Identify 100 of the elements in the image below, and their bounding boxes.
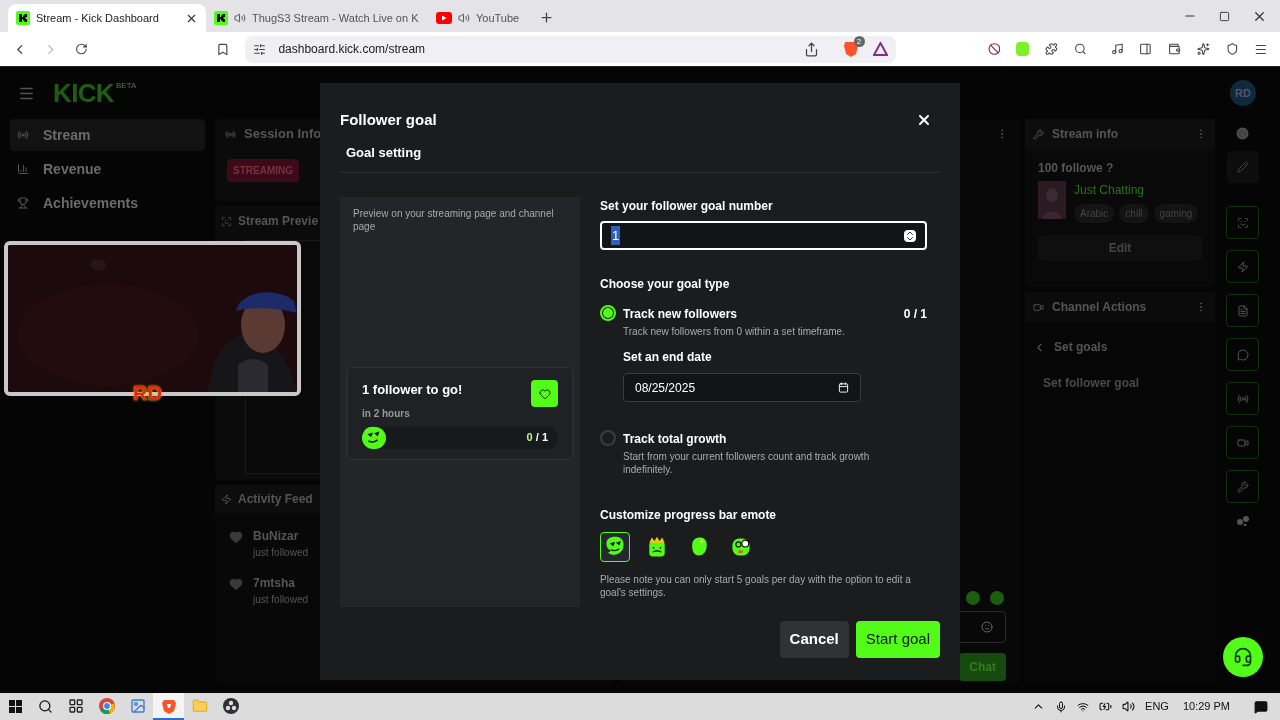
mic-icon[interactable] bbox=[1055, 700, 1068, 713]
option-label: Track total growth bbox=[623, 431, 727, 448]
search-icon[interactable] bbox=[37, 699, 53, 714]
kick-logo-icon bbox=[16, 11, 30, 25]
emote-option[interactable] bbox=[600, 532, 630, 562]
emote-icon bbox=[729, 535, 753, 559]
dialog-title: Follower goal bbox=[340, 109, 437, 130]
windows-logo-icon bbox=[8, 700, 22, 713]
category-thumbnail bbox=[1038, 181, 1066, 219]
folder-icon bbox=[191, 697, 208, 714]
field-label: Set your follower goal number bbox=[600, 198, 774, 215]
language-indicator[interactable]: ENG bbox=[1145, 698, 1169, 715]
tab-title: Stream - Kick Dashboard bbox=[36, 10, 159, 26]
preview-caption: Preview on your streaming page and channel page bbox=[353, 207, 555, 233]
url-text: dashboard.kick.com/stream bbox=[278, 41, 426, 58]
nav-item[interactable]: Revenue bbox=[10, 153, 205, 185]
nav-icon bbox=[17, 197, 29, 209]
site-settings-icon bbox=[253, 42, 267, 56]
address-bar[interactable]: dashboard.kick.com/stream 2 bbox=[245, 35, 896, 63]
option-label: Track new followers bbox=[623, 306, 738, 323]
chat-emote-icon[interactable] bbox=[966, 591, 980, 605]
back-link[interactable]: Set goals bbox=[1025, 338, 1215, 356]
preview-icon bbox=[221, 215, 232, 227]
panel-title: Stream info bbox=[1052, 126, 1118, 143]
wrench-icon bbox=[1236, 480, 1249, 493]
music-icon[interactable] bbox=[1110, 42, 1124, 56]
status-badge: STREAMING bbox=[227, 159, 299, 182]
wallet-icon[interactable] bbox=[1168, 42, 1181, 56]
nav-icon bbox=[17, 129, 29, 141]
bookmark-icon[interactable] bbox=[215, 41, 230, 57]
nav-item[interactable]: Stream bbox=[10, 119, 205, 151]
browser-tab[interactable]: ThugS3 Stream - Watch Live on K bbox=[206, 4, 428, 32]
bolt-icon bbox=[221, 493, 232, 505]
start-goal-button[interactable]: Start goal bbox=[855, 621, 940, 658]
field-label: Customize progress bar emote bbox=[600, 507, 778, 524]
nav-item[interactable]: Achievements bbox=[10, 187, 205, 219]
photos-icon bbox=[129, 697, 146, 714]
action-item[interactable]: Set follower goal bbox=[1025, 374, 1215, 392]
panel-title: Stream Previe bbox=[238, 213, 319, 230]
sparkle-icon[interactable] bbox=[1196, 42, 1210, 56]
shield-icon[interactable] bbox=[1225, 42, 1239, 56]
calendar-icon[interactable] bbox=[838, 382, 849, 393]
broadcast-icon bbox=[1236, 392, 1249, 405]
share-icon[interactable] bbox=[803, 41, 819, 57]
maximize-icon[interactable] bbox=[1219, 10, 1230, 22]
pencil-icon bbox=[1236, 161, 1249, 173]
sidebar-icon[interactable] bbox=[1139, 42, 1153, 56]
lion-shield-icon bbox=[160, 697, 177, 714]
block-icon[interactable] bbox=[987, 42, 1001, 56]
reload-icon[interactable] bbox=[74, 42, 88, 56]
camera-icon bbox=[1033, 301, 1044, 313]
category-link[interactable]: Just Chatting bbox=[1074, 181, 1199, 199]
support-button[interactable] bbox=[1223, 637, 1263, 677]
user-avatar[interactable]: RD bbox=[1230, 80, 1256, 106]
chat-bubble-icon bbox=[1236, 348, 1249, 361]
option-description: Start from your current followers count and track growth indefinitely. bbox=[623, 450, 871, 476]
option-description: Track new followers from 0 within a set timeframe. bbox=[623, 325, 846, 338]
puzzle-icon[interactable] bbox=[1045, 42, 1058, 56]
field-label: Set an end date bbox=[623, 349, 713, 366]
follower-name: 7mtsha bbox=[253, 575, 297, 592]
end-date-field[interactable]: 08/25/2025 bbox=[623, 373, 861, 402]
heart-icon bbox=[229, 530, 243, 544]
browser-tab[interactable]: YouTube bbox=[428, 4, 528, 32]
spinner-icon[interactable] bbox=[904, 229, 916, 242]
close-icon[interactable] bbox=[916, 112, 932, 128]
new-tab-icon[interactable] bbox=[539, 10, 555, 25]
heart-icon bbox=[229, 577, 243, 591]
document-icon bbox=[1236, 304, 1249, 317]
field-value: 1 bbox=[611, 225, 621, 246]
goal-title: 1 follower to go! bbox=[362, 381, 463, 399]
info-icon[interactable] bbox=[1236, 127, 1249, 140]
triangle-icon[interactable] bbox=[872, 42, 888, 56]
follow-action: just followed bbox=[253, 593, 309, 607]
task-view-icon bbox=[67, 697, 84, 714]
chat-emote-icon[interactable] bbox=[990, 591, 1004, 605]
shield-count: 2 bbox=[853, 36, 865, 47]
browser-tab[interactable]: Stream - Kick Dashboard bbox=[8, 4, 206, 32]
kick-logo: KICK bbox=[53, 80, 114, 106]
wifi-icon[interactable] bbox=[1077, 700, 1090, 713]
headset-icon bbox=[1233, 647, 1253, 667]
kick-logo-icon bbox=[214, 11, 228, 25]
follower-name: BuNizar bbox=[253, 528, 300, 545]
goal-number-field[interactable]: 1 bbox=[600, 221, 927, 250]
broadcast-icon bbox=[225, 128, 236, 140]
clock[interactable]: 10:29 PM bbox=[1182, 698, 1230, 715]
panel-title: Activity Feed bbox=[238, 491, 313, 508]
radio-button[interactable] bbox=[600, 430, 616, 446]
heart-icon bbox=[538, 387, 551, 400]
battery-icon[interactable] bbox=[1099, 700, 1113, 713]
browser-icon bbox=[98, 697, 115, 714]
cancel-button[interactable]: Cancel bbox=[779, 621, 849, 658]
notification-icon[interactable] bbox=[1254, 699, 1268, 714]
goal-time: in 2 hours bbox=[362, 406, 411, 421]
tab-title: ThugS3 Stream - Watch Live on K bbox=[252, 10, 419, 26]
volume-icon[interactable] bbox=[1122, 700, 1136, 713]
face-frame-icon bbox=[1236, 216, 1249, 229]
section-title: Goal setting bbox=[346, 145, 422, 160]
wrench-icon bbox=[1033, 128, 1044, 140]
search-icon[interactable] bbox=[1073, 42, 1087, 56]
bolt-icon bbox=[1236, 260, 1249, 273]
